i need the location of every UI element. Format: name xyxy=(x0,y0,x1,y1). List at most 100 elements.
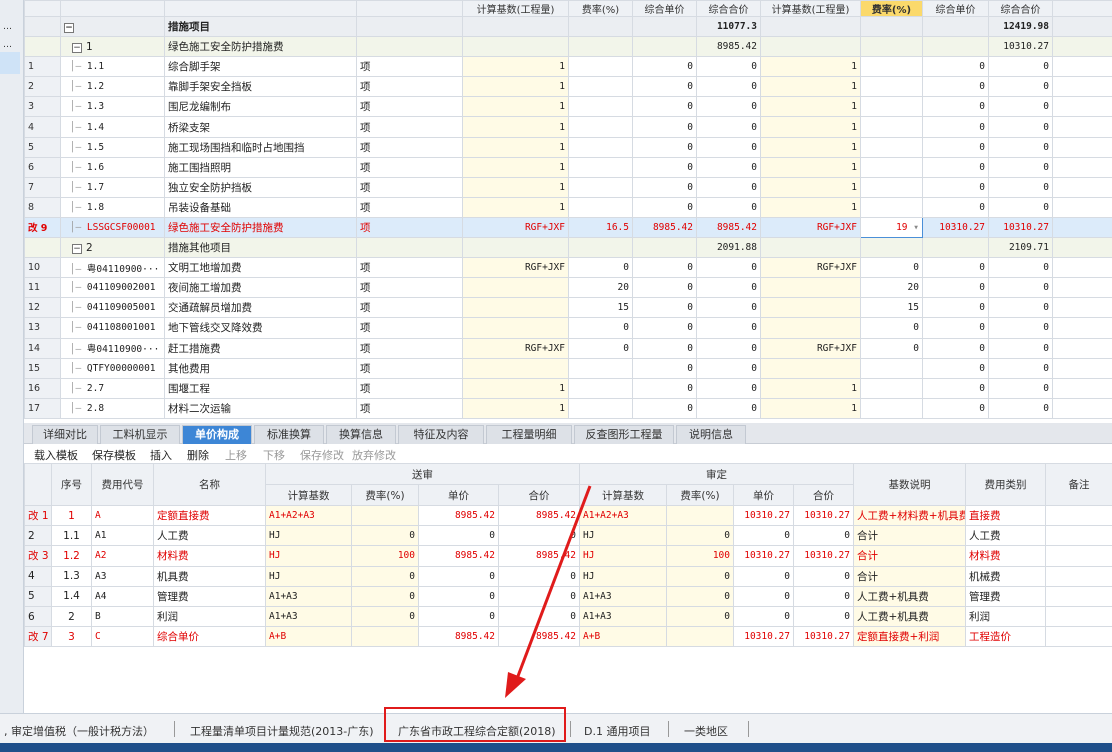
base-desc-cell[interactable]: 合计 xyxy=(853,565,966,587)
table-row[interactable]: 13 │— 041108001001 地下管线交叉降效费项 0 0 0 0 0 0 xyxy=(24,317,1112,339)
row-number[interactable]: 10 xyxy=(24,257,61,279)
audit-price-cell[interactable]: 10310.27 xyxy=(922,216,989,239)
row-number[interactable]: 12 xyxy=(24,297,61,319)
tab-8[interactable]: 反查图形工程量 xyxy=(574,425,674,444)
send-base-cell[interactable]: A+B xyxy=(265,626,352,648)
audit-price-cell[interactable]: 0 xyxy=(922,337,989,359)
col-header-active[interactable]: 费率(%) xyxy=(860,0,923,17)
send-base-cell[interactable]: 1 xyxy=(462,116,569,138)
audit-base-cell[interactable]: A+B xyxy=(579,626,667,648)
item-name[interactable]: 绿色施工安全防护措施费 xyxy=(164,216,357,239)
audit-total-cell[interactable]: 0 xyxy=(988,357,1053,379)
audit-rate-cell[interactable]: 0 xyxy=(860,317,923,339)
audit-base-cell[interactable]: 1 xyxy=(760,176,861,198)
send-base-cell[interactable]: 1 xyxy=(462,156,569,178)
audit-rate-cell[interactable]: 0 xyxy=(860,337,923,359)
collapse-icon[interactable]: − xyxy=(64,22,74,33)
table-row[interactable]: 17 │— 2.8 材料二次运输项 1 0 0 1 0 0 xyxy=(24,397,1112,419)
send-rate-cell[interactable] xyxy=(568,136,633,158)
send-rate-cell[interactable] xyxy=(568,15,633,38)
send-price-cell[interactable]: 0 xyxy=(418,585,499,607)
audit-rate-cell[interactable] xyxy=(860,136,923,158)
fee-category-cell[interactable]: 利润 xyxy=(965,605,1046,628)
audit-base-cell[interactable] xyxy=(760,297,861,319)
row-number[interactable]: 5 xyxy=(24,136,61,158)
audit-total-cell[interactable]: 10310.27 xyxy=(793,504,854,527)
send-rate-cell[interactable]: 15 xyxy=(568,297,633,319)
tab-1[interactable]: 详细对比 xyxy=(32,425,98,444)
audit-total-cell[interactable]: 0 xyxy=(988,116,1053,138)
send-rate-cell[interactable] xyxy=(351,504,419,527)
item-unit[interactable]: 项 xyxy=(356,76,463,98)
base-desc-cell[interactable]: 人工费+机具费 xyxy=(853,605,966,628)
group-row[interactable]: − 措施项目 11077.3 12419.98 xyxy=(24,15,1112,38)
item-name[interactable]: 地下管线交叉降效费 xyxy=(164,317,357,339)
row-number[interactable]: 15 xyxy=(24,357,61,379)
audit-rate-cell[interactable]: 0 xyxy=(666,605,734,628)
send-rate-cell[interactable] xyxy=(568,357,633,379)
send-price-cell[interactable]: 8985.42 xyxy=(418,504,499,527)
send-rate-cell[interactable]: 20 xyxy=(568,277,633,299)
base-desc-cell[interactable]: 定额直接费+利润 xyxy=(853,626,966,648)
audit-price-cell[interactable]: 0 xyxy=(733,525,794,547)
tab-6[interactable]: 特征及内容 xyxy=(398,425,484,444)
item-code[interactable]: │— 粤04110900··· xyxy=(60,337,165,359)
audit-rate-cell[interactable] xyxy=(860,357,923,379)
send-base-cell[interactable]: RGF+JXF xyxy=(462,337,569,359)
item-code[interactable]: │— 1.2 xyxy=(60,76,165,98)
collapse-icon[interactable]: − xyxy=(72,42,82,53)
send-price-cell[interactable]: 0 xyxy=(632,377,697,399)
fee-code-cell[interactable]: A xyxy=(91,504,154,527)
item-name[interactable]: 施工现场围挡和临时占地围挡 xyxy=(164,136,357,158)
item-unit[interactable]: 项 xyxy=(356,357,463,379)
insert-button[interactable]: 插入 xyxy=(150,447,172,463)
send-rate-cell[interactable]: 0 xyxy=(351,565,419,587)
col-header[interactable]: 名称 xyxy=(153,463,266,506)
discard-edit-button[interactable]: 放弃修改 xyxy=(352,447,396,463)
col-header[interactable]: 计算基数(工程量) xyxy=(760,0,861,17)
audit-price-cell[interactable]: 0 xyxy=(733,585,794,607)
audit-base-cell[interactable]: HJ xyxy=(579,565,667,587)
row-number[interactable]: 16 xyxy=(24,377,61,399)
send-price-cell[interactable]: 0 xyxy=(632,96,697,118)
table-row[interactable]: 8 │— 1.8 吊装设备基础项 1 0 0 1 0 0 xyxy=(24,196,1112,218)
row-number[interactable]: 改 1 xyxy=(24,504,52,527)
send-rate-cell[interactable] xyxy=(351,626,419,648)
audit-price-cell[interactable]: 0 xyxy=(922,377,989,399)
item-code[interactable]: │— 041109002001 xyxy=(60,277,165,299)
group-row[interactable]: −2 措施其他项目 2091.88 2109.71 xyxy=(24,237,1112,259)
base-desc-cell[interactable]: 合计 xyxy=(853,525,966,547)
audit-base-cell[interactable]: A1+A3 xyxy=(579,585,667,607)
audit-total-cell[interactable]: 0 xyxy=(988,136,1053,158)
col-header[interactable]: 单价 xyxy=(733,484,794,506)
tab-5[interactable]: 换算信息 xyxy=(326,425,396,444)
col-header[interactable]: 备注 xyxy=(1045,463,1112,506)
item-code[interactable]: │— QTFY00000001 xyxy=(60,357,165,379)
fee-name-cell[interactable]: 机具费 xyxy=(153,565,266,587)
send-total-cell[interactable]: 8985.42 xyxy=(498,545,580,567)
send-rate-cell[interactable] xyxy=(568,56,633,78)
send-total-cell[interactable]: 0 xyxy=(696,196,761,218)
col-header[interactable]: 费率(%) xyxy=(666,484,734,506)
audit-rate-cell[interactable] xyxy=(860,116,923,138)
price-row[interactable]: 5 1.4 A4 管理费 A1+A3 0 0 0 A1+A3 0 0 0 人工费+机具费 管理费 xyxy=(24,585,1112,607)
audit-rate-cell[interactable] xyxy=(860,36,923,58)
send-base-cell[interactable] xyxy=(462,297,569,319)
audit-total-cell[interactable]: 10310.27 xyxy=(988,216,1053,239)
audit-total-cell[interactable]: 10310.27 xyxy=(988,36,1053,58)
item-code[interactable]: │— 1.8 xyxy=(60,196,165,218)
fee-name-cell[interactable]: 综合单价 xyxy=(153,626,266,648)
fee-name-cell[interactable]: 管理费 xyxy=(153,585,266,607)
item-unit[interactable] xyxy=(356,237,463,259)
audit-rate-cell[interactable] xyxy=(860,96,923,118)
send-price-cell[interactable]: 8985.42 xyxy=(418,545,499,567)
row-number[interactable] xyxy=(24,36,61,58)
audit-base-cell[interactable]: 1 xyxy=(760,116,861,138)
send-price-cell[interactable]: 0 xyxy=(632,277,697,299)
item-unit[interactable]: 项 xyxy=(356,377,463,399)
send-price-cell[interactable]: 0 xyxy=(632,317,697,339)
row-number[interactable] xyxy=(24,15,61,38)
audit-total-cell[interactable]: 0 xyxy=(988,397,1053,419)
audit-price-cell[interactable]: 0 xyxy=(922,156,989,178)
send-base-cell[interactable]: RGF+JXF xyxy=(462,216,569,239)
